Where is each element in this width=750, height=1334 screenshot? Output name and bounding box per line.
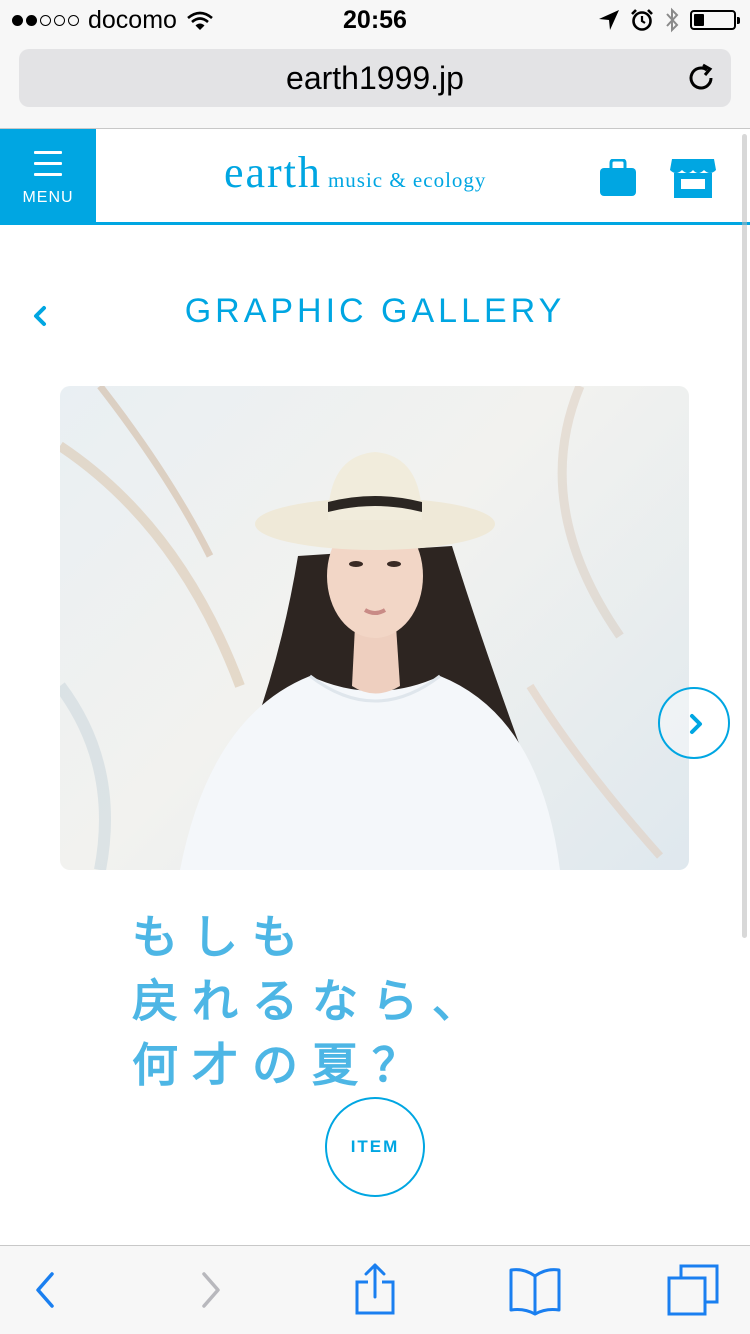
status-right [598, 7, 740, 33]
scroll-indicator[interactable] [742, 134, 747, 938]
bookmarks-icon[interactable] [508, 1266, 562, 1316]
site-header: MENU earth music & ecology [0, 129, 750, 225]
menu-label: MENU [22, 189, 74, 206]
store-icon[interactable] [670, 157, 716, 199]
browser-toolbar [0, 1245, 750, 1334]
browser-address-area: earth1999.jp [0, 40, 750, 129]
url-bar[interactable]: earth1999.jp [19, 49, 731, 107]
tabs-icon[interactable] [667, 1264, 721, 1316]
location-arrow-icon [599, 10, 619, 30]
battery-level [694, 14, 704, 26]
browser-forward-icon[interactable] [194, 1266, 228, 1314]
copy-line: 戻れるなら、 [132, 975, 492, 1027]
status-bar: docomo 20:56 [0, 0, 750, 40]
next-slide-button[interactable] [658, 687, 730, 759]
shopping-bag-icon[interactable] [599, 159, 637, 197]
share-icon[interactable] [354, 1262, 396, 1316]
battery-icon [690, 10, 740, 30]
model-photo-illustration [60, 386, 663, 870]
logo-sub-text: music & ecology [327, 168, 487, 192]
copy-line: 何才の夏？ [132, 1039, 432, 1091]
brand-logo[interactable]: earth music & ecology [224, 147, 486, 198]
chevron-right-icon [690, 714, 702, 734]
copy-line: もしも [132, 911, 312, 963]
logo-main-text: earth [224, 148, 322, 197]
page: docomo 20:56 earth1999.jp MENU earth mus… [0, 0, 750, 1334]
alarm-clock-icon [631, 9, 653, 31]
gallery-copy: もしも 戻れるなら、 何才の夏？ [132, 905, 492, 1097]
hamburger-icon [34, 151, 62, 184]
gallery-photo[interactable] [60, 386, 689, 870]
bluetooth-icon [666, 7, 679, 33]
item-button[interactable]: ITEM [325, 1097, 425, 1197]
reload-icon[interactable] [685, 62, 717, 94]
gallery-title: GRAPHIC GALLERY [184, 292, 566, 330]
browser-back-icon[interactable] [28, 1266, 62, 1314]
url-text: earth1999.jp [286, 59, 464, 96]
menu-button[interactable]: MENU [0, 129, 96, 222]
